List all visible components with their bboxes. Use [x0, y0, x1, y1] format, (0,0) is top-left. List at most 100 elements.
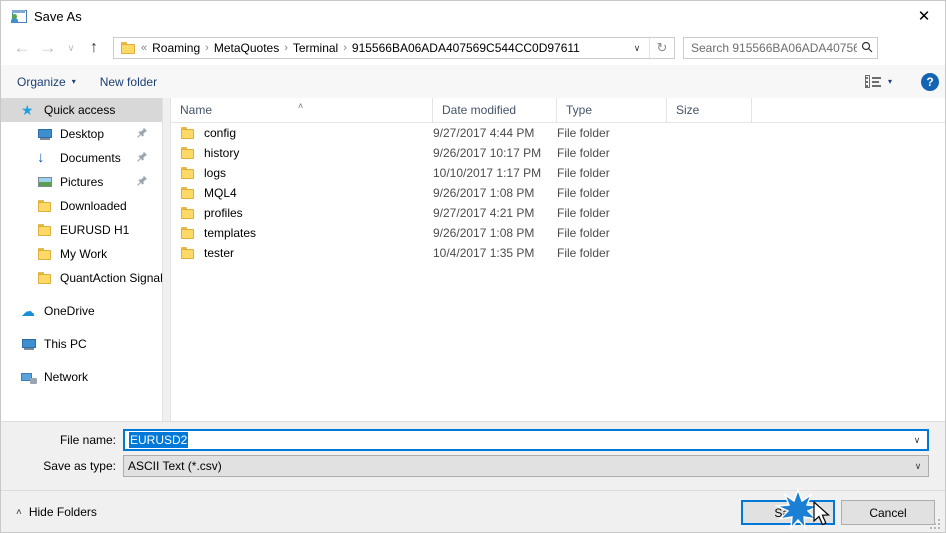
column-header-size[interactable]: Size [667, 98, 752, 122]
sidebar-item-onedrive[interactable]: ☁ OneDrive [1, 299, 162, 323]
sidebar-item-quantaction-signal[interactable]: QuantAction Signal [1, 266, 162, 290]
sidebar-item-label: Desktop [60, 127, 105, 141]
breadcrumb-overflow-icon[interactable]: « [136, 42, 152, 54]
column-header-row: Name ˄ Date modified Type Size [171, 98, 945, 123]
table-row[interactable]: history 9/26/2017 10:17 PM File folder [171, 143, 945, 163]
sidebar-item-network[interactable]: Network [1, 365, 162, 389]
table-row[interactable]: MQL4 9/26/2017 1:08 PM File folder [171, 183, 945, 203]
breadcrumb-separator: › [343, 42, 347, 54]
chevron-down-icon[interactable]: ∨ [626, 38, 648, 58]
file-rows-container: config 9/27/2017 4:44 PM File folder histor… [171, 123, 945, 263]
sidebar-item-this-pc[interactable]: This PC [1, 332, 162, 356]
sort-ascending-icon: ˄ [298, 101, 304, 111]
pin-icon[interactable] [137, 175, 148, 189]
file-row-size-cell [667, 223, 752, 243]
star-icon: ★ [21, 102, 34, 118]
file-row-type-cell: File folder [557, 186, 610, 200]
breadcrumb-item-metaquotes[interactable]: MetaQuotes [214, 41, 279, 55]
breadcrumb-item-roaming[interactable]: Roaming [152, 41, 200, 55]
download-arrow-icon: ↓ [37, 149, 45, 166]
forward-icon[interactable]: → [35, 35, 61, 61]
file-row-type-cell: File folder [557, 226, 610, 240]
file-list-pane: Name ˄ Date modified Type Size config 9/2… [171, 98, 945, 421]
sidebar-item-eurusd-h1[interactable]: EURUSD H1 [1, 218, 162, 242]
file-row-name: tester [204, 246, 235, 260]
save-as-app-icon [10, 8, 27, 24]
organize-label: Organize [17, 74, 66, 89]
column-header-name-label: Name [180, 103, 213, 117]
new-folder-button[interactable]: New folder [92, 71, 165, 93]
sidebar-item-label: Network [44, 370, 89, 384]
dialog-footer: ˄ Hide Folders Save Cancel [1, 490, 945, 532]
cloud-icon: ☁ [21, 303, 35, 319]
table-row[interactable]: tester 10/4/2017 1:35 PM File folder [171, 243, 945, 263]
file-row-size-cell [667, 203, 752, 223]
sidebar-item-downloaded[interactable]: Downloaded [1, 194, 162, 218]
pin-icon[interactable] [137, 127, 148, 141]
table-row[interactable]: logs 10/10/2017 1:17 PM File folder [171, 163, 945, 183]
column-header-type[interactable]: Type [557, 98, 667, 122]
recent-locations-icon[interactable]: ∨ [61, 35, 81, 61]
organize-button[interactable]: Organize ▾ [9, 71, 84, 93]
chevron-down-icon[interactable]: ∨ [908, 461, 928, 472]
sidebar-item-pictures[interactable]: Pictures [1, 170, 162, 194]
chevron-down-icon[interactable]: ∨ [907, 435, 927, 446]
title-bar: Save As ✕ [1, 1, 945, 31]
folder-icon [37, 222, 53, 238]
column-header-name[interactable]: Name ˄ [171, 98, 433, 122]
resize-grip[interactable] [930, 519, 943, 532]
help-icon[interactable]: ? [921, 72, 939, 91]
new-folder-label: New folder [99, 74, 158, 89]
hide-folders-button[interactable]: ˄ Hide Folders [13, 503, 100, 521]
refresh-icon[interactable]: ↻ [649, 38, 674, 58]
change-view-button[interactable]: ▾ [860, 72, 897, 91]
save-as-dialog: Save As ✕ ← → ∨ ↑ « Roaming › MetaQuotes… [0, 0, 946, 533]
up-icon[interactable]: ↑ [81, 35, 107, 61]
folder-icon [180, 185, 196, 201]
pane-splitter[interactable] [162, 98, 171, 421]
table-row[interactable]: templates 9/26/2017 1:08 PM File folder [171, 223, 945, 243]
folder-icon [180, 145, 196, 161]
save-button[interactable]: Save [741, 500, 835, 525]
search-icon[interactable] [857, 41, 877, 56]
breadcrumb-item-terminal[interactable]: Terminal [293, 41, 338, 55]
chevron-down-icon: ▾ [887, 77, 892, 86]
file-row-name-cell: MQL4 [171, 183, 433, 203]
breadcrumb-item-current-folder[interactable]: 915566BA06ADA407569C544CC0D97611 [352, 41, 580, 55]
column-header-date-modified[interactable]: Date modified [433, 98, 557, 122]
file-row-type-cell: File folder [557, 166, 610, 180]
file-row-size-cell [667, 143, 752, 163]
sidebar-item-my-work[interactable]: My Work [1, 242, 162, 266]
sidebar-item-desktop[interactable]: Desktop [1, 122, 162, 146]
close-icon[interactable]: ✕ [901, 1, 945, 31]
sidebar-item-label: Downloaded [60, 199, 127, 213]
chevron-down-icon: ▾ [71, 77, 76, 86]
search-placeholder: Search 915566BA06ADA40756... [691, 41, 857, 55]
file-row-name-cell: tester [171, 243, 433, 263]
file-row-size-cell [667, 123, 752, 143]
sidebar-item-quick-access[interactable]: ★ Quick access [1, 98, 162, 122]
folder-icon [180, 165, 196, 181]
file-row-date-cell: 9/26/2017 1:08 PM [433, 186, 535, 200]
save-as-type-select[interactable]: ASCII Text (*.csv) ∨ [123, 455, 929, 477]
sidebar-item-documents[interactable]: ↓ Documents [1, 146, 162, 170]
back-icon[interactable]: ← [9, 35, 35, 61]
address-bar[interactable]: « Roaming › MetaQuotes › Terminal › 9155… [113, 37, 675, 59]
file-row-name-cell: profiles [171, 203, 433, 223]
search-input[interactable]: Search 915566BA06ADA40756... [683, 37, 878, 59]
folder-icon [121, 42, 136, 54]
file-row-date-cell: 10/4/2017 1:35 PM [433, 246, 535, 260]
file-row-date-cell: 9/27/2017 4:21 PM [433, 206, 535, 220]
save-form: File name: EURUSD2 ∨ Save as type: ASCII… [1, 421, 945, 491]
file-row-name: MQL4 [204, 186, 237, 200]
network-icon [21, 369, 37, 385]
toolbar-right-group: ▾ ? [860, 72, 939, 91]
file-name-input[interactable]: EURUSD2 ∨ [123, 429, 929, 451]
table-row[interactable]: profiles 9/27/2017 4:21 PM File folder [171, 203, 945, 223]
command-toolbar: Organize ▾ New folder ▾ ? [1, 65, 945, 99]
pin-icon[interactable] [137, 151, 148, 165]
cancel-button[interactable]: Cancel [841, 500, 935, 525]
file-name-label: File name: [59, 433, 116, 447]
table-row[interactable]: config 9/27/2017 4:44 PM File folder [171, 123, 945, 143]
